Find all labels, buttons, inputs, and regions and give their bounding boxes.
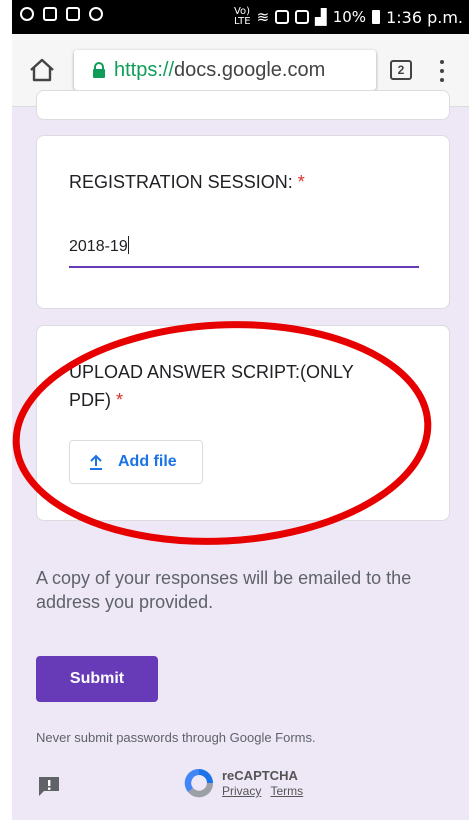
question-title: REGISTRATION SESSION: * [69,168,305,196]
required-marker: * [116,390,124,410]
terms-link[interactable]: Terms [270,784,303,798]
text-cursor [127,236,129,254]
registration-session-input[interactable]: 2018-19 [69,236,419,268]
question-text: REGISTRATION SESSION: [69,172,293,192]
screen: Vo) LTE ≋ ▟ 10% 1:36 p.m. https://docs.g… [12,0,469,820]
registration-session-card: REGISTRATION SESSION: * 2018-19 [36,135,450,309]
privacy-link[interactable]: Privacy [222,784,261,798]
question-title: UPLOAD ANSWER SCRIPT:(ONLY PDF) * [69,358,429,414]
message-icon [66,7,80,21]
address-bar[interactable]: https://docs.google.com [74,50,376,90]
input-value: 2018-19 [69,238,128,255]
required-marker: * [297,172,305,192]
lock-icon [93,62,105,78]
tab-switcher-button[interactable]: 2 [390,60,412,80]
password-warning: Never submit passwords through Google Fo… [36,730,316,745]
status-bar: Vo) LTE ≋ ▟ 10% 1:36 p.m. [12,0,469,34]
whatsapp-icon [20,7,34,21]
battery-icon [372,10,381,24]
upload-answer-card: UPLOAD ANSWER SCRIPT:(ONLY PDF) * Add fi… [36,325,450,521]
question-text-line1: UPLOAD ANSWER SCRIPT:(ONLY [69,362,354,382]
gallery-icon [43,7,57,21]
previous-question-card [36,90,450,120]
clock: 1:36 p.m. [386,7,463,27]
report-feedback-icon[interactable] [37,775,61,797]
recaptcha-badge: reCAPTCHA Privacy Terms [182,766,362,806]
add-file-label: Add file [118,453,177,470]
recaptcha-icon [184,768,214,798]
add-file-button[interactable]: Add file [69,440,203,484]
sim-icon [275,10,290,24]
url-text: https://docs.google.com [114,59,325,82]
response-copy-notice: A copy of your responses will be emailed… [36,568,412,612]
recaptcha-name: reCAPTCHA [222,768,298,783]
home-icon[interactable] [29,58,55,82]
url-scheme: https:// [114,59,175,81]
app-notification-icon [89,7,103,21]
wifi-icon: ≋ [256,8,270,26]
overflow-menu-icon[interactable] [437,60,447,82]
upload-icon [90,454,102,470]
question-text-line2: PDF) [69,390,111,410]
submit-button[interactable]: Submit [36,656,158,702]
url-host: docs.google.com [174,59,326,81]
lte-label: LTE [233,16,251,27]
signal-icon: ▟ [315,8,327,26]
battery-percent: 10% [332,8,367,26]
sim2-icon [295,10,310,24]
